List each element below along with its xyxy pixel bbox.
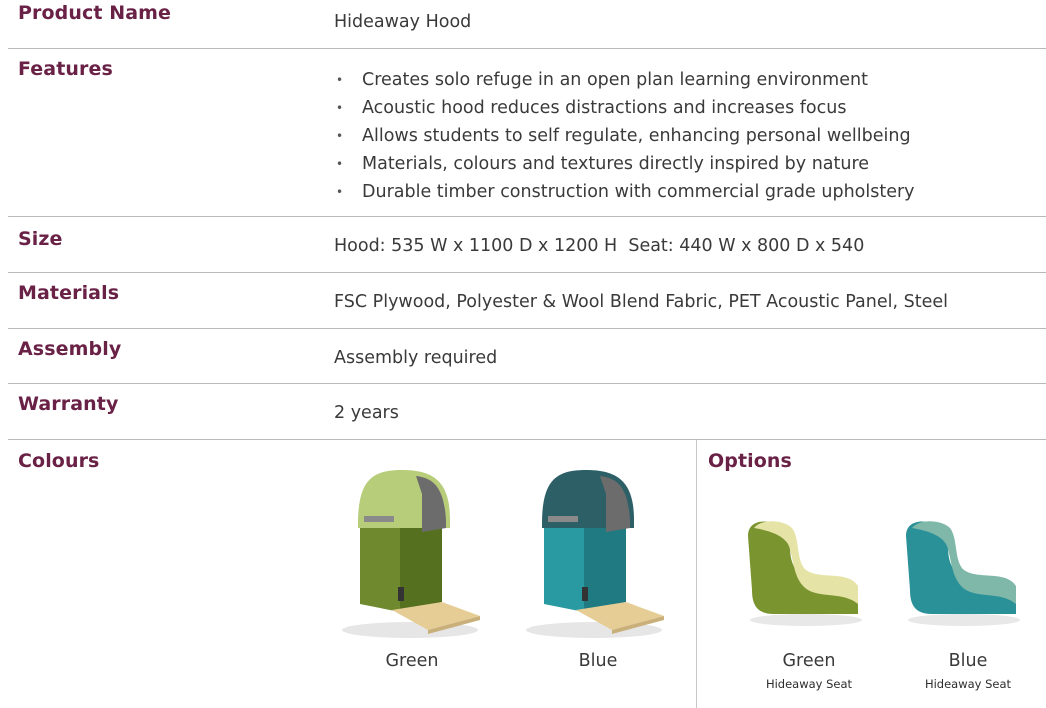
assembly-label: Assembly xyxy=(18,338,122,360)
features-list: Creates solo refuge in an open plan lear… xyxy=(334,66,915,206)
options-label: Options xyxy=(708,450,792,472)
colour-green-caption: Green xyxy=(385,651,439,671)
option-blue-subcaption: Hideaway Seat xyxy=(924,677,1012,691)
option-blue-caption: Blue xyxy=(948,651,988,671)
product-name-label: Product Name xyxy=(18,2,172,24)
warranty-label: Warranty xyxy=(18,393,119,415)
row-size: Size Hood: 535 W x 1100 D x 1200 H Seat:… xyxy=(8,216,1046,273)
warranty-value: 2 years xyxy=(334,403,399,423)
feature-item: Durable timber construction with commerc… xyxy=(334,178,915,206)
materials-value: FSC Plywood, Polyester & Wool Blend Fabr… xyxy=(334,292,948,312)
option-green-subcaption: Hideaway Seat xyxy=(765,677,853,691)
materials-label: Materials xyxy=(18,282,120,304)
row-assembly: Assembly Assembly required xyxy=(8,328,1046,384)
seat-blue-image xyxy=(906,521,1020,626)
feature-item: Materials, colours and textures directly… xyxy=(334,150,915,178)
option-green-caption: Green xyxy=(782,651,836,671)
colours-label: Colours xyxy=(18,450,100,472)
feature-item: Acoustic hood reduces distractions and i… xyxy=(334,94,915,122)
colour-blue-caption: Blue xyxy=(578,651,618,671)
size-value: Hood: 535 W x 1100 D x 1200 H Seat: 440 … xyxy=(334,236,865,256)
hood-green-image xyxy=(342,470,480,638)
size-label: Size xyxy=(18,228,63,250)
row-product-name: Product Name Hideaway Hood xyxy=(8,0,1046,49)
section-divider xyxy=(696,440,697,708)
product-name-value: Hideaway Hood xyxy=(334,12,472,32)
row-materials: Materials FSC Plywood, Polyester & Wool … xyxy=(8,272,1046,329)
feature-item: Creates solo refuge in an open plan lear… xyxy=(334,66,915,94)
seat-green-image xyxy=(748,521,862,626)
row-warranty: Warranty 2 years xyxy=(8,383,1046,440)
features-label: Features xyxy=(18,58,113,80)
assembly-value: Assembly required xyxy=(334,348,498,368)
feature-item: Allows students to self regulate, enhanc… xyxy=(334,122,915,150)
hood-blue-image xyxy=(526,470,664,638)
row-features: Features Creates solo refuge in an open … xyxy=(8,48,1046,217)
